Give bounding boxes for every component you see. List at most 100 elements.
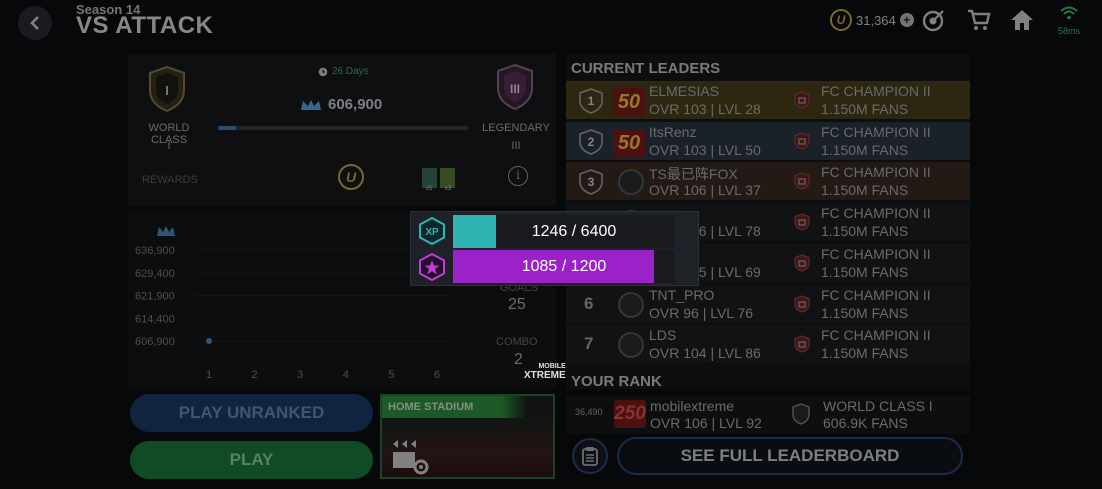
chevron-left-icon (30, 16, 39, 30)
combo-value: 2 (514, 351, 523, 368)
watermark-logo: MOBILE XTREME (524, 362, 566, 381)
stadium-settings-icon (393, 440, 429, 475)
leader-row[interactable]: 1 50 ELMESIAS OVR 103 | LVL 28 FC CHAMPION I… (566, 80, 970, 120)
svg-text:I: I (165, 83, 169, 98)
rank-number: 1 (588, 94, 595, 108)
home-icon[interactable] (1009, 8, 1035, 32)
club-name: FC CHAMPION II (821, 327, 931, 344)
avatar (618, 291, 644, 318)
club-badge-icon (794, 91, 810, 109)
rank-number: 7 (584, 334, 594, 354)
shopping-cart-icon[interactable] (966, 8, 992, 32)
avatar (618, 332, 644, 359)
your-points: 36,490 (575, 407, 603, 417)
club-badge-icon (794, 254, 810, 272)
crown-points-icon (301, 99, 321, 110)
rank-shield-icon: 1 (579, 88, 603, 114)
watermark-line2: XTREME (524, 370, 566, 381)
reward-cards-icon: x5 x3 (422, 168, 455, 191)
club-badge-icon (794, 132, 810, 150)
see-full-leaderboard-button[interactable]: SEE FULL LEADERBOARD (617, 437, 963, 475)
player-name: ELMESIAS (649, 83, 720, 99)
club-fans: 1.150M FANS (821, 345, 909, 362)
clock-icon (318, 67, 328, 76)
club-name: FC CHAMPION II (821, 123, 931, 140)
player-ovr: OVR 103 | LVL 28 (649, 101, 761, 117)
level-badge: 50 (613, 88, 645, 116)
rank-number: 3 (588, 175, 595, 189)
club-fans: 1.150M FANS (821, 141, 909, 158)
leader-row[interactable]: 7 LDS OVR 104 | LVL 86 FC CHAMPION II 1.150M… (566, 324, 970, 364)
x-tick-label: 1 (206, 369, 212, 381)
division-progress-fill (218, 126, 236, 130)
reward-card-count: x3 (445, 186, 452, 191)
home-stadium-card[interactable]: HOME STADIUM (380, 394, 555, 479)
reward-card-count: x5 (426, 186, 433, 191)
coin-balance: U 31,364 + (830, 9, 914, 31)
club-badge-icon (794, 213, 810, 231)
club-fans: 1.150M FANS (821, 223, 909, 240)
legendary-shield-icon: III (497, 64, 533, 110)
combo-label: COMBO (496, 336, 538, 348)
xp-icon: XP (419, 217, 445, 245)
club-badge-icon (794, 335, 810, 353)
current-division-tier: I (167, 140, 171, 152)
x-tick-label: 4 (343, 369, 349, 381)
level-badge: 50 (613, 128, 645, 157)
star-progress-bar: 1085 / 1200 (453, 250, 675, 283)
x-tick-label: 6 (434, 369, 440, 381)
division-shield-icon (792, 403, 810, 425)
current-leaders-title: CURRENT LEADERS (571, 60, 721, 77)
leader-row[interactable]: 6 TNT_PRO OVR 96 | LVL 76 FC CHAMPION II 1.1… (566, 284, 970, 324)
next-division-tier: III (511, 140, 521, 152)
your-rank-row[interactable]: 36,490 250 mobilextreme OVR 106 | LVL 92… (566, 396, 970, 434)
back-button[interactable] (18, 6, 52, 40)
goals-value: 25 (508, 296, 526, 313)
rank-number: 2 (588, 135, 595, 149)
club-fans: 1.150M FANS (821, 304, 909, 321)
xp-progress-bar: 1246 / 6400 (453, 215, 675, 248)
player-name: LDS (649, 327, 677, 344)
rewards-label: REWARDS (142, 174, 198, 186)
club-fans: 1.150M FANS (821, 101, 909, 117)
add-coins-button[interactable]: + (899, 13, 914, 27)
player-ovr: OVR 104 | LVL 86 (649, 345, 761, 362)
club-name: FC CHAMPION II (821, 245, 931, 262)
play-button[interactable]: PLAY (130, 441, 373, 479)
info-button[interactable]: i (508, 166, 528, 186)
club-fans: 1.150M FANS (821, 263, 909, 280)
player-name: ItsRenz (649, 123, 697, 140)
club-name: FC CHAMPION II (821, 286, 931, 303)
reward-coin: U (338, 164, 364, 190)
your-ovr: OVR 106 | LVL 92 (650, 415, 762, 431)
club-badge-icon (794, 294, 810, 313)
xp-progress-text: 1246 / 6400 (531, 222, 617, 240)
wifi-icon (1060, 6, 1078, 20)
rank-number: 6 (584, 293, 594, 313)
coin-reward-icon: U (338, 164, 364, 190)
club-fans: 1.150M FANS (821, 182, 909, 199)
y-tick-label: 614,400 (135, 313, 175, 325)
player-ovr: OVR 103 | LVL 50 (649, 141, 761, 158)
your-fans: 606.9K FANS (823, 415, 908, 431)
clipboard-button[interactable] (572, 438, 608, 474)
your-rank-title: YOUR RANK (571, 373, 662, 390)
coin-icon: U (830, 9, 852, 31)
top-bar: Season 14 VS ATTACK U 31,364 + 58ms (0, 0, 1102, 48)
club-name: FC CHAMPION II (821, 83, 931, 99)
play-unranked-button[interactable]: PLAY UNRANKED (130, 394, 373, 432)
leader-row[interactable]: 3 TS最已阵FOX OVR 106 | LVL 37 FC CHAMPION II 1… (566, 161, 970, 201)
y-tick-label: 636,900 (135, 245, 175, 257)
leader-row[interactable]: 2 50 ItsRenz OVR 103 | LVL 50 FC CHAMPION II… (566, 121, 970, 161)
timer-text: 26 Days (332, 66, 369, 77)
target-icon[interactable] (921, 8, 947, 32)
world-class-shield-icon: I (149, 66, 185, 112)
your-level-badge: 250 (614, 400, 646, 428)
crown-axis-icon (157, 226, 175, 236)
xp-icon-label: XP (425, 227, 439, 238)
xp-progress-popup: XP 1246 / 6400 1085 / 1200 (410, 211, 699, 286)
your-name: mobilextreme (650, 398, 735, 414)
clipboard-icon (582, 447, 598, 466)
player-name: TS最已阵FOX (649, 166, 738, 183)
next-division-name: LEGENDARY (482, 122, 550, 134)
